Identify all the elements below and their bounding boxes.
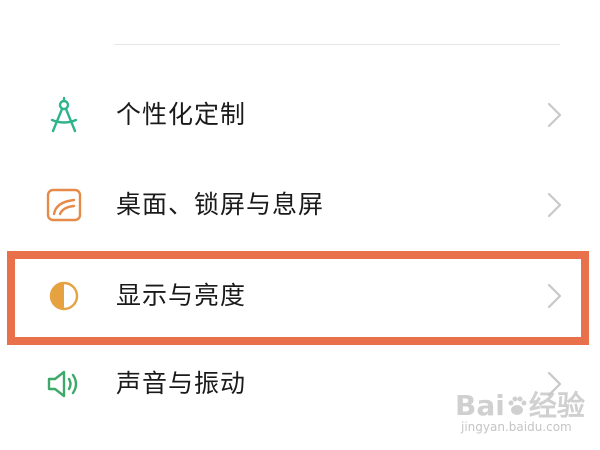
chevron-right-icon bbox=[544, 282, 564, 310]
top-divider bbox=[114, 44, 560, 45]
settings-item-personalize[interactable]: 个性化定制 bbox=[0, 70, 600, 160]
baidu-jingyan-watermark: Bai 经验 jingyan.baidu.com bbox=[455, 384, 595, 444]
settings-item-label: 个性化定制 bbox=[116, 100, 247, 129]
settings-item-label: 声音与振动 bbox=[116, 369, 247, 398]
chevron-right-icon bbox=[544, 101, 564, 129]
settings-item-label: 桌面、锁屏与息屏 bbox=[116, 190, 325, 219]
watermark-logo: Bai 经验 bbox=[455, 384, 585, 424]
watermark-url: jingyan.baidu.com bbox=[461, 420, 572, 434]
watermark-logo-text-b: 经验 bbox=[528, 389, 585, 422]
brightness-icon bbox=[42, 274, 86, 318]
settings-item-label: 显示与亮度 bbox=[116, 281, 247, 310]
compass-icon bbox=[42, 93, 86, 137]
chevron-right-icon bbox=[544, 191, 564, 219]
settings-item-desktop-lockscreen[interactable]: 桌面、锁屏与息屏 bbox=[0, 160, 600, 250]
paw-icon bbox=[505, 392, 529, 416]
wallpaper-icon bbox=[42, 183, 86, 227]
watermark-logo-text-a: Bai bbox=[455, 389, 505, 422]
settings-item-display-brightness[interactable]: 显示与亮度 bbox=[0, 251, 600, 341]
speaker-icon bbox=[42, 362, 86, 406]
